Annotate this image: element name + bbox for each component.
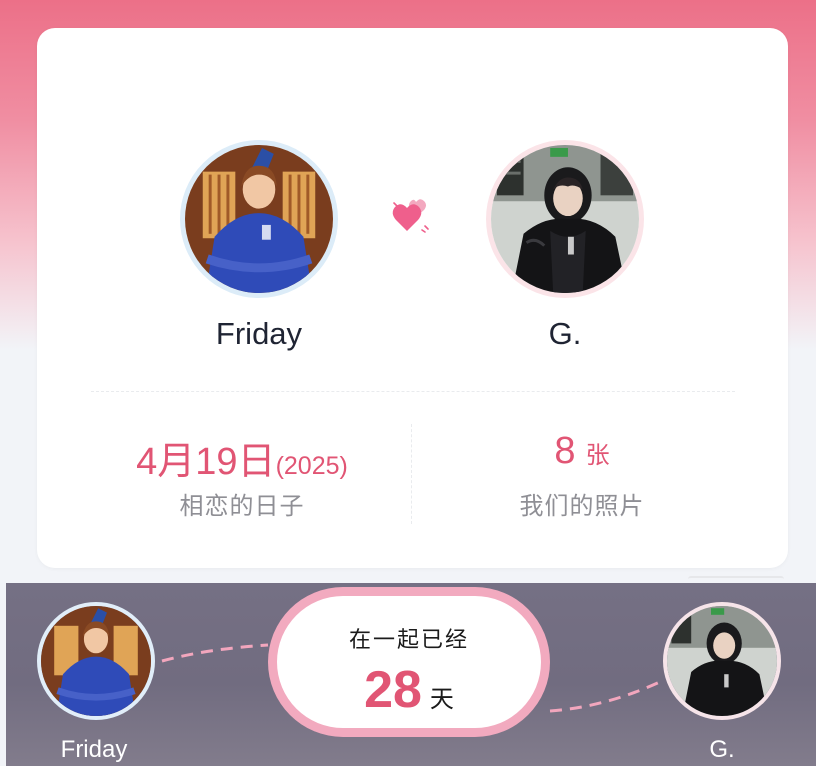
days-together-title: 在一起已经 (348, 628, 469, 653)
horizontal-divider (91, 391, 735, 392)
banner-right-name: G. (709, 736, 735, 763)
anniversary-value: 4月19日(2025) (97, 430, 387, 483)
anniversary-year: (2025) (275, 452, 348, 480)
days-unit: 天 (429, 685, 454, 713)
vertical-divider (411, 424, 412, 524)
couple-card: Friday G. 4月19日(2025) 相恋的日子 8张 我们的照片 (37, 28, 788, 568)
days-together-content: 在一起已经 28 天 (277, 596, 541, 728)
right-avatar-photo (491, 145, 639, 293)
left-user-name: Friday (215, 316, 303, 351)
together-banner: 在一起已经 28 天 Friday G. (6, 583, 816, 766)
right-user-name: G. (548, 316, 582, 351)
photo-count-value: 8张 (437, 430, 727, 476)
anniversary-stat[interactable]: 4月19日(2025) 相恋的日子 (97, 430, 387, 521)
banner-right-avatar-photo (667, 606, 777, 716)
photos-label: 我们的照片 (519, 492, 645, 520)
right-user-avatar[interactable] (486, 140, 644, 298)
days-together-count: 28 天 (277, 660, 541, 720)
card-edge-hint (688, 576, 784, 582)
banner-right-avatar[interactable] (663, 602, 781, 720)
days-number: 28 (364, 661, 422, 719)
photos-stat[interactable]: 8张 我们的照片 (437, 430, 727, 521)
anniversary-label: 相恋的日子 (179, 492, 305, 520)
days-together-pill[interactable]: 在一起已经 28 天 (268, 587, 550, 737)
banner-left-avatar-photo (41, 606, 151, 716)
anniversary-date: 4月19日 (136, 441, 276, 483)
heart-icon (392, 199, 429, 233)
photo-count: 8 (554, 430, 576, 472)
left-avatar-photo (185, 145, 333, 293)
photo-unit: 张 (585, 442, 610, 469)
banner-left-avatar[interactable] (37, 602, 155, 720)
banner-left-name: Friday (60, 736, 128, 763)
left-user-avatar[interactable] (180, 140, 338, 298)
